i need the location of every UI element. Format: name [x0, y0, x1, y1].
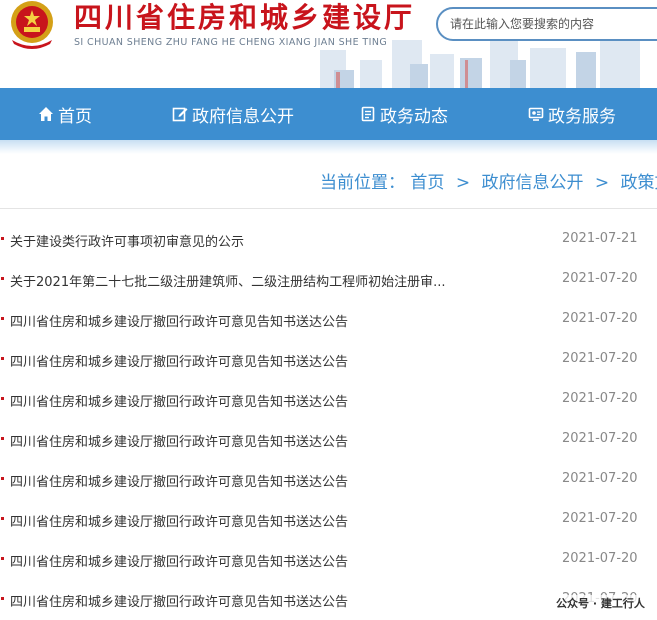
list-item: 四川省住房和城乡建设厅撤回行政许可意见告知书送达公告 2021-07-20 — [0, 500, 657, 540]
wechat-watermark: 公众号 · 建工行人 — [554, 595, 647, 611]
bullet-icon — [1, 317, 4, 320]
home-icon — [39, 107, 53, 121]
list-item-date: 2021-07-20 — [562, 431, 638, 446]
search-box — [436, 7, 657, 41]
list-item-date: 2021-07-20 — [562, 471, 638, 486]
nav-item-home[interactable]: 首页 — [38, 88, 92, 140]
list-item-title[interactable]: 四川省住房和城乡建设厅撤回行政许可意见告知书送达公告 — [10, 351, 348, 370]
list-item: 四川省住房和城乡建设厅撤回行政许可意见告知书送达公告 2021-07-20 — [0, 420, 657, 460]
list-item-title[interactable]: 四川省住房和城乡建设厅撤回行政许可意见告知书送达公告 — [10, 391, 348, 410]
bullet-icon — [1, 597, 4, 600]
list-item-date: 2021-07-20 — [562, 551, 638, 566]
list-item-date: 2021-07-20 — [562, 511, 638, 526]
list-item: 四川省住房和城乡建设厅撤回行政许可意见告知书送达公告 2021-07-20 — [0, 380, 657, 420]
breadcrumb-item-government-info[interactable]: 政府信息公开 — [481, 173, 583, 193]
nav-item-label: 首页 — [58, 106, 92, 127]
bullet-icon — [1, 557, 4, 560]
breadcrumb-separator: > — [594, 173, 610, 193]
bullet-icon — [1, 357, 4, 360]
nav-item-government-news[interactable]: 政务动态 — [360, 88, 448, 140]
bullet-icon — [1, 237, 4, 240]
list-item-title[interactable]: 四川省住房和城乡建设厅撤回行政许可意见告知书送达公告 — [10, 511, 348, 530]
document-icon — [361, 106, 375, 122]
list-item-date: 2021-07-20 — [562, 311, 638, 326]
list-item: 四川省住房和城乡建设厅撤回行政许可意见告知书送达公告 2021-07-20 — [0, 460, 657, 500]
main-nav: 首页 政府信息公开 政务动态 政务服务 — [0, 88, 657, 140]
list-item-title[interactable]: 四川省住房和城乡建设厅撤回行政许可意见告知书送达公告 — [10, 471, 348, 490]
list-item-title[interactable]: 关于建设类行政许可事项初审意见的公示 — [10, 231, 244, 250]
list-item: 四川省住房和城乡建设厅撤回行政许可意见告知书送达公告 2021-07-20 — [0, 340, 657, 380]
breadcrumb-item-home[interactable]: 首页 — [410, 173, 444, 193]
site-pinyin-subtitle: SI CHUAN SHENG ZHU FANG HE CHENG XIANG J… — [74, 37, 388, 48]
list-item-title[interactable]: 四川省住房和城乡建设厅撤回行政许可意见告知书送达公告 — [10, 551, 348, 570]
nav-item-label: 政务服务 — [548, 106, 616, 127]
list-item-date: 2021-07-20 — [562, 351, 638, 366]
edit-icon — [172, 107, 188, 122]
nav-item-government-info[interactable]: 政府信息公开 — [172, 88, 294, 140]
list-item-date: 2021-07-20 — [562, 391, 638, 406]
list-item-title[interactable]: 四川省住房和城乡建设厅撤回行政许可意见告知书送达公告 — [10, 311, 348, 330]
list-item-title[interactable]: 四川省住房和城乡建设厅撤回行政许可意见告知书送达公告 — [10, 431, 348, 450]
breadcrumb-prefix: 当前位置： — [320, 173, 405, 193]
national-emblem-icon — [11, 1, 53, 49]
breadcrumb-separator: > — [455, 173, 471, 193]
list-item-date: 2021-07-20 — [562, 271, 638, 286]
content-divider — [0, 208, 657, 209]
bullet-icon — [1, 517, 4, 520]
bullet-icon — [1, 277, 4, 280]
service-icon — [528, 107, 544, 121]
list-item-title[interactable]: 四川省住房和城乡建设厅撤回行政许可意见告知书送达公告 — [10, 591, 348, 610]
breadcrumb-item-policy[interactable]: 政策文 — [621, 173, 657, 193]
nav-item-label: 政务动态 — [380, 106, 448, 127]
site-title: 四川省住房和城乡建设厅 — [74, 1, 416, 34]
list-item: 四川省住房和城乡建设厅撤回行政许可意见告知书送达公告 2021-07-20 — [0, 540, 657, 580]
search-input[interactable] — [450, 17, 650, 31]
list-item: 四川省住房和城乡建设厅撤回行政许可意见告知书送达公告 2021-07-20 — [0, 300, 657, 340]
list-item: 关于2021年第二十七批二级注册建筑师、二级注册结构工程师初始注册审... 20… — [0, 260, 657, 300]
list-item: 关于建设类行政许可事项初审意见的公示 2021-07-21 — [0, 220, 657, 260]
nav-shadow-strip — [0, 140, 657, 154]
list-item-date: 2021-07-21 — [562, 231, 638, 246]
bullet-icon — [1, 397, 4, 400]
nav-item-government-services[interactable]: 政务服务 — [528, 88, 616, 140]
breadcrumb: 当前位置： 首页 > 政府信息公开 > 政策文 — [320, 168, 657, 193]
bullet-icon — [1, 477, 4, 480]
nav-item-label: 政府信息公开 — [192, 106, 294, 127]
list-item-title[interactable]: 关于2021年第二十七批二级注册建筑师、二级注册结构工程师初始注册审... — [10, 271, 445, 290]
bullet-icon — [1, 437, 4, 440]
site-header: 四川省住房和城乡建设厅 SI CHUAN SHENG ZHU FANG HE C… — [0, 0, 657, 88]
